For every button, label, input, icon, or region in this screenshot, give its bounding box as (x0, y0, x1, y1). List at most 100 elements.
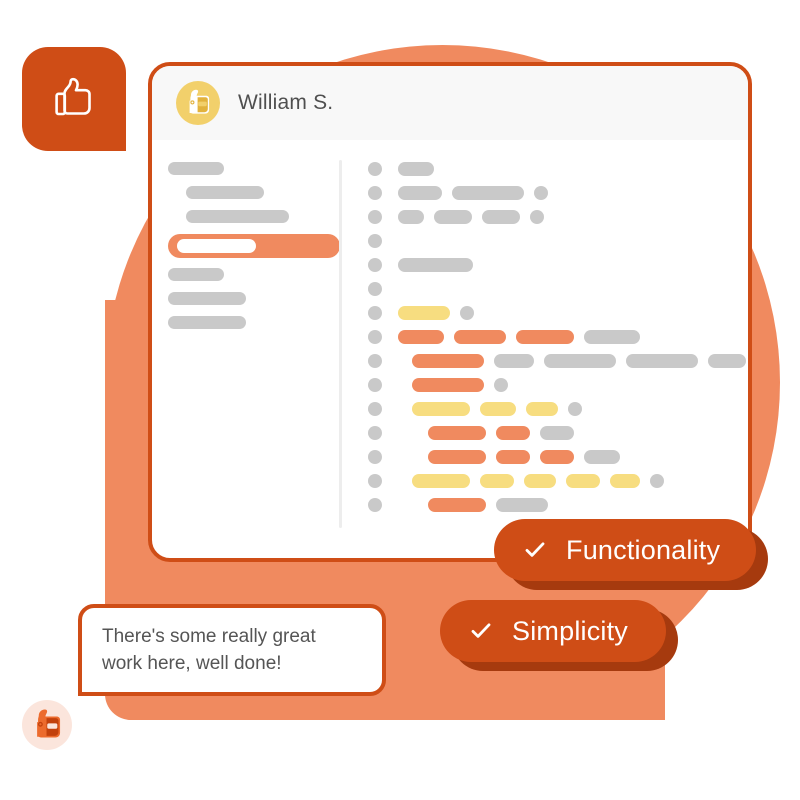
code-token-orange (398, 330, 444, 344)
sidebar-item[interactable] (168, 292, 339, 305)
check-icon (468, 618, 494, 644)
window-titlebar: William S. (152, 66, 748, 140)
window-body (152, 140, 748, 558)
code-token-yellow (480, 402, 516, 416)
sidebar-item[interactable] (168, 268, 339, 281)
code-token-orange (412, 378, 484, 392)
comment-author-avatar (22, 700, 72, 750)
sidebar-item[interactable] (168, 316, 339, 329)
code-token-gray (568, 402, 582, 416)
tag-functionality[interactable]: Functionality (494, 519, 756, 581)
code-line (368, 474, 748, 488)
sidebar-item[interactable] (168, 162, 339, 175)
sidebar-item-placeholder-bar (186, 210, 289, 223)
tag-simplicity-label: Simplicity (512, 615, 629, 646)
code-token-gray (534, 186, 548, 200)
user-name-label: William S. (238, 91, 334, 114)
sidebar-item[interactable] (168, 186, 339, 199)
code-token-orange (428, 426, 486, 440)
code-token-gray (452, 186, 524, 200)
thumbs-up-avatar-icon (189, 89, 210, 114)
code-line (368, 402, 748, 416)
tag-simplicity[interactable]: Simplicity (440, 600, 666, 662)
sidebar-item-selected[interactable] (168, 234, 340, 258)
sidebar-panel (152, 158, 340, 558)
code-line-bullet-icon (368, 474, 382, 488)
comment-line-2: work here, well done! (102, 653, 282, 674)
comment-line-1: There's some really great (102, 626, 316, 647)
code-line (368, 426, 748, 440)
code-line-bullet-icon (368, 306, 382, 320)
code-line-bullet-icon (368, 426, 382, 440)
code-token-gray (584, 450, 620, 464)
thumbs-up-badge (22, 47, 126, 151)
code-line-bullet-icon (368, 282, 382, 296)
sidebar-item[interactable] (168, 210, 339, 223)
code-line-bullet-icon (368, 162, 382, 176)
thumbs-up-icon (55, 77, 91, 116)
code-token-gray (398, 162, 434, 176)
review-window-card: William S. (148, 62, 752, 562)
thumbs-up-avatar-icon (37, 709, 61, 738)
sidebar-item-placeholder-bar (168, 268, 224, 281)
code-line (368, 498, 748, 512)
code-line (368, 162, 748, 176)
code-token-gray (584, 330, 640, 344)
code-token-orange (428, 498, 486, 512)
sidebar-item-placeholder-bar (186, 186, 264, 199)
code-token-gray (460, 306, 474, 320)
code-token-yellow (412, 474, 470, 488)
code-token-yellow (412, 402, 470, 416)
code-line-bullet-icon (368, 498, 382, 512)
code-line (368, 330, 748, 344)
code-token-gray (398, 186, 442, 200)
code-line-bullet-icon (368, 186, 382, 200)
code-token-gray (494, 378, 508, 392)
code-token-yellow (398, 306, 450, 320)
sidebar-item-placeholder-bar (168, 292, 246, 305)
code-token-yellow (610, 474, 640, 488)
code-line-bullet-icon (368, 354, 382, 368)
comment-bubble: There's some really great work here, wel… (78, 604, 386, 696)
code-token-gray (482, 210, 520, 224)
code-token-orange (496, 426, 530, 440)
code-token-yellow (566, 474, 600, 488)
code-line-bullet-icon (368, 450, 382, 464)
code-token-gray (496, 498, 548, 512)
code-panel (342, 158, 748, 558)
code-token-orange (412, 354, 484, 368)
code-line (368, 282, 748, 296)
code-token-yellow (526, 402, 558, 416)
code-token-gray (708, 354, 746, 368)
code-line-bullet-icon (368, 378, 382, 392)
code-token-gray (530, 210, 544, 224)
sidebar-item-placeholder-bar (168, 316, 246, 329)
code-line-bullet-icon (368, 234, 382, 248)
code-line (368, 234, 748, 248)
illustration-canvas: William S. Functionality Simplicity Ther… (0, 0, 800, 800)
tag-functionality-label: Functionality (566, 534, 721, 565)
code-token-gray (398, 210, 424, 224)
code-line (368, 210, 748, 224)
code-line (368, 186, 748, 200)
code-line (368, 378, 748, 392)
code-line (368, 306, 748, 320)
code-line-bullet-icon (368, 258, 382, 272)
code-line (368, 354, 748, 368)
code-token-yellow (480, 474, 514, 488)
code-line (368, 258, 748, 272)
code-token-orange (496, 450, 530, 464)
code-token-orange (454, 330, 506, 344)
code-token-gray (434, 210, 472, 224)
code-line-bullet-icon (368, 330, 382, 344)
code-token-yellow (524, 474, 556, 488)
code-line-bullet-icon (368, 402, 382, 416)
code-token-orange (428, 450, 486, 464)
code-token-gray (626, 354, 698, 368)
code-token-gray (540, 426, 574, 440)
code-token-gray (544, 354, 616, 368)
code-line (368, 450, 748, 464)
code-token-orange (516, 330, 574, 344)
check-icon (522, 537, 548, 563)
code-token-gray (650, 474, 664, 488)
